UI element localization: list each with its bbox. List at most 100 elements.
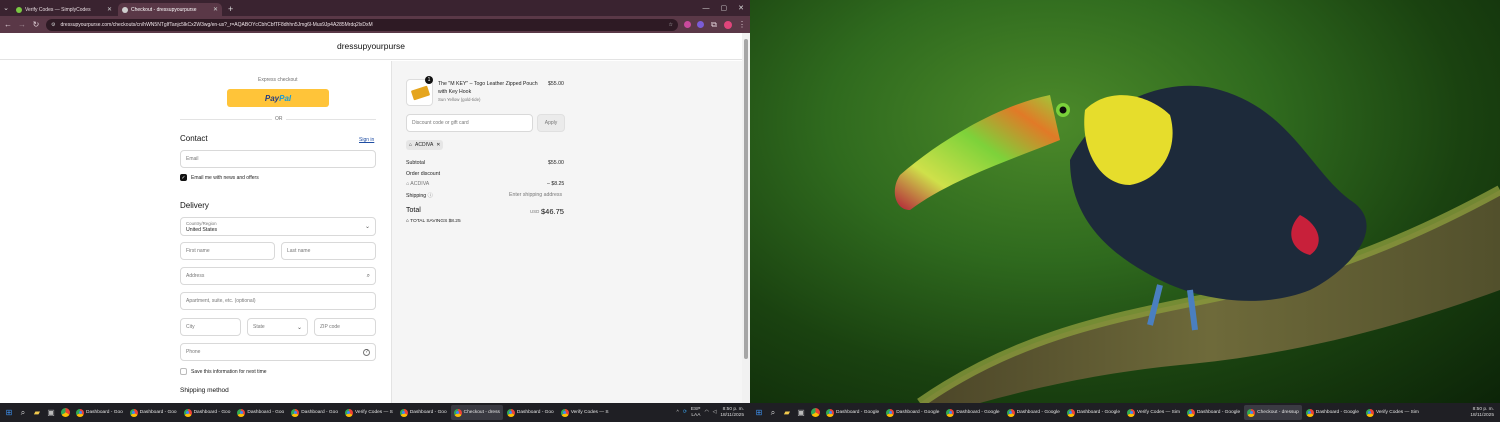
taskbar-app[interactable]: Dashboard - Google bbox=[1184, 405, 1243, 420]
taskbar-app-label: Dashboard - Google bbox=[896, 410, 940, 415]
window-controls: — ▢ ✕ bbox=[703, 0, 751, 16]
extension-icon[interactable] bbox=[684, 21, 691, 28]
chrome-icon[interactable] bbox=[809, 407, 821, 419]
or-divider-label: OR bbox=[272, 116, 286, 122]
remove-code-icon[interactable]: ✕ bbox=[436, 142, 440, 148]
applied-code-chip: ⌂ ACDIVA ✕ bbox=[406, 140, 444, 150]
windows-start-icon[interactable]: ⊞ bbox=[3, 407, 15, 419]
taskbar-app-active[interactable]: Checkout - dress bbox=[450, 405, 503, 420]
taskbar-app[interactable]: Dashboard - Goo bbox=[234, 405, 287, 420]
forward-icon[interactable]: → bbox=[18, 20, 26, 29]
state-placeholder: State bbox=[253, 324, 265, 330]
first-name-field[interactable]: First name bbox=[180, 242, 275, 260]
taskbar-app[interactable]: Dashboard - Google bbox=[1303, 405, 1362, 420]
taskbar-app-label: Dashboard - Goo bbox=[139, 410, 177, 415]
desktop-wallpaper bbox=[750, 0, 1500, 403]
email-field[interactable]: Email bbox=[180, 150, 376, 168]
shipping-method-heading: Shipping method bbox=[180, 387, 229, 394]
taskbar-app[interactable]: Dashboard - Google bbox=[823, 405, 882, 420]
site-info-icon[interactable]: ⚙ bbox=[51, 22, 55, 28]
state-select[interactable]: State ⌄ bbox=[247, 318, 308, 336]
shipping-value: Enter shipping address bbox=[509, 192, 563, 198]
taskbar-app[interactable]: Verify Codes — S bbox=[558, 405, 612, 420]
pouch-image bbox=[410, 85, 431, 101]
taskbar-app[interactable]: Dashboard - Goo bbox=[73, 405, 126, 420]
taskbar-app[interactable]: Dashboard - Goo bbox=[504, 405, 557, 420]
close-icon[interactable]: ✕ bbox=[213, 6, 218, 13]
last-name-field[interactable]: Last name bbox=[281, 242, 376, 260]
chevron-down-icon: ⌄ bbox=[364, 224, 370, 230]
taskbar-app[interactable]: Dashboard - Google bbox=[883, 405, 942, 420]
newsletter-label: Email me with news and offers bbox=[191, 175, 259, 181]
sync-icon[interactable]: ⟳ bbox=[683, 410, 687, 415]
info-icon[interactable]: ⓘ bbox=[428, 193, 433, 199]
apartment-field[interactable]: Apartment, suite, etc. (optional) bbox=[180, 292, 376, 310]
windows-start-icon[interactable]: ⊞ bbox=[753, 407, 765, 419]
volume-icon[interactable]: ◁ bbox=[713, 410, 717, 415]
close-window-icon[interactable]: ✕ bbox=[738, 4, 744, 12]
apply-button[interactable]: Apply bbox=[537, 114, 565, 132]
taskbar-app[interactable]: Dashboard - Google bbox=[943, 405, 1002, 420]
store-logo-text[interactable]: dressupyourpurse bbox=[337, 41, 405, 51]
minimize-icon[interactable]: — bbox=[703, 5, 710, 12]
zip-field[interactable]: ZIP code bbox=[314, 318, 376, 336]
extension-icon[interactable] bbox=[697, 21, 704, 28]
search-icon[interactable]: ⌕ bbox=[767, 407, 779, 419]
close-icon[interactable]: ✕ bbox=[107, 6, 112, 13]
applied-code-text: ACDIVA bbox=[415, 142, 434, 148]
city-placeholder: City bbox=[186, 324, 195, 330]
address-field[interactable]: Address ⌕ bbox=[180, 267, 376, 285]
tab-search-icon[interactable]: ⌄ bbox=[0, 0, 12, 16]
taskbar-app[interactable]: Verify Codes — Sim bbox=[1124, 405, 1183, 420]
contact-heading: Contact bbox=[180, 134, 208, 143]
taskbar-app-active[interactable]: Checkout - dressup bbox=[1244, 405, 1302, 420]
taskbar-app[interactable]: Dashboard - Google bbox=[1064, 405, 1123, 420]
taskbar-app[interactable]: Dashboard - Goo bbox=[127, 405, 180, 420]
save-info-checkbox[interactable] bbox=[180, 368, 187, 375]
tab-checkout[interactable]: Checkout - dressupyourpurse ✕ bbox=[118, 3, 222, 16]
bookmark-star-icon[interactable]: ☆ bbox=[669, 22, 673, 28]
taskbar-app[interactable]: Dashboard - Goo bbox=[288, 405, 341, 420]
search-icon[interactable]: ⌕ bbox=[17, 407, 29, 419]
taskbar-app[interactable]: Dashboard - Goo bbox=[181, 405, 234, 420]
help-icon[interactable]: ? bbox=[363, 348, 370, 356]
scrollbar-thumb[interactable] bbox=[744, 39, 748, 359]
country-value: United States bbox=[186, 227, 218, 233]
chevron-up-icon[interactable]: ^ bbox=[677, 410, 679, 415]
maximize-icon[interactable]: ▢ bbox=[721, 4, 728, 12]
chrome-icon[interactable] bbox=[59, 407, 71, 419]
page-scrollbar[interactable] bbox=[742, 33, 750, 403]
taskbar-app-label: Dashboard - Google bbox=[1016, 410, 1060, 415]
clock[interactable]: 8:50 p. m. 18/11/2025 bbox=[1470, 407, 1494, 419]
reload-icon[interactable]: ↻ bbox=[32, 20, 40, 29]
country-select[interactable]: Country/Region United States ⌄ bbox=[180, 217, 376, 236]
taskbar-app[interactable]: Verify Codes — S bbox=[342, 405, 396, 420]
store-icon[interactable]: ▣ bbox=[45, 407, 57, 419]
back-icon[interactable]: ← bbox=[4, 20, 12, 29]
kebab-menu-icon[interactable]: ⋮ bbox=[738, 20, 746, 29]
total-value: $46.75 bbox=[541, 207, 564, 216]
store-icon[interactable]: ▣ bbox=[795, 407, 807, 419]
wifi-icon[interactable]: ◠ bbox=[704, 410, 708, 415]
url-field[interactable]: ⚙ dressupyourpurse.com/checkouts/cn/hWN5… bbox=[46, 18, 678, 31]
tab-verify-codes[interactable]: Verify Codes — SimplyCodes ✕ bbox=[12, 3, 116, 16]
clock[interactable]: 8:50 p. m. 18/11/2025 bbox=[720, 407, 744, 419]
sign-in-link[interactable]: Sign in bbox=[359, 137, 374, 143]
profile-avatar[interactable] bbox=[724, 20, 732, 29]
file-explorer-icon[interactable]: ▰ bbox=[31, 407, 43, 419]
file-explorer-icon[interactable]: ▰ bbox=[781, 407, 793, 419]
phone-field[interactable]: Phone ? bbox=[180, 343, 376, 361]
new-tab-button[interactable]: + bbox=[224, 3, 237, 16]
paypal-button[interactable]: Pay Pal bbox=[227, 89, 329, 107]
taskbar-app[interactable]: Dashboard - Google bbox=[1004, 405, 1063, 420]
taskbar-app[interactable]: Dashboard - Goo bbox=[397, 405, 450, 420]
toucan-beak bbox=[894, 95, 1060, 210]
taskbar-app-label: Checkout - dress bbox=[463, 410, 500, 415]
extensions-puzzle-icon[interactable]: ⧉ bbox=[710, 20, 718, 30]
tab-strip: ⌄ Verify Codes — SimplyCodes ✕ Checkout … bbox=[0, 0, 750, 16]
newsletter-checkbox[interactable]: ✓ bbox=[180, 174, 187, 181]
city-field[interactable]: City bbox=[180, 318, 241, 336]
taskbar-app[interactable]: Verify Codes — Sim bbox=[1363, 405, 1422, 420]
discount-code-input[interactable]: Discount code or gift card bbox=[406, 114, 533, 132]
language-indicator[interactable]: ESP LAA bbox=[691, 407, 701, 419]
